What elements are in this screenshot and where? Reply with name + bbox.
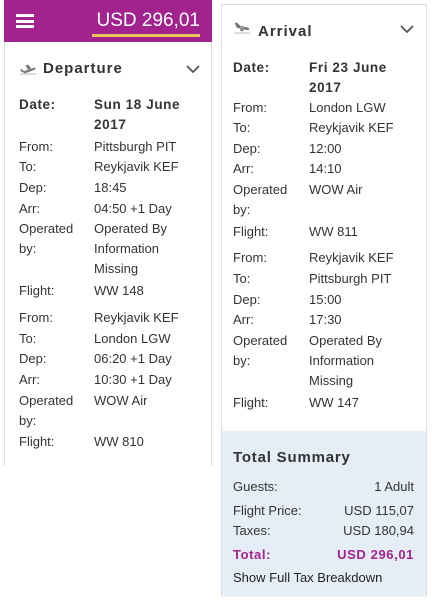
arrival-title: Arrival bbox=[258, 23, 313, 40]
arr-seg1-dep: 12:00 bbox=[309, 141, 342, 156]
dep-seg1-flight: WW 148 bbox=[94, 283, 144, 298]
arrival-header[interactable]: Arrival bbox=[222, 5, 426, 41]
dep-seg2-op-label: Operated by: bbox=[19, 393, 74, 428]
chevron-down-icon[interactable] bbox=[186, 65, 200, 73]
summary-taxes-row: Taxes: USD 180,94 bbox=[233, 523, 414, 538]
arr-seg2-from-label: From: bbox=[233, 250, 267, 265]
flight-price-value: USD 115,07 bbox=[344, 503, 414, 518]
dep-seg2-to: London LGW bbox=[94, 331, 171, 346]
arr-seg1-to-label: To: bbox=[233, 120, 251, 135]
dep-seg2-operator: WOW Air bbox=[94, 393, 148, 408]
arr-seg1-from: London LGW bbox=[309, 100, 386, 115]
menu-icon[interactable] bbox=[16, 14, 34, 28]
arr-seg2-to-label: To: bbox=[233, 271, 251, 286]
summary-title: Total Summary bbox=[233, 449, 351, 466]
dep-seg1-from: Pittsburgh PIT bbox=[94, 139, 177, 154]
arr-seg1-from-label: From: bbox=[233, 100, 267, 115]
chevron-down-icon[interactable] bbox=[400, 25, 414, 33]
taxes-label: Taxes: bbox=[233, 523, 271, 538]
dep-seg1-to: Reykjavik KEF bbox=[94, 159, 179, 174]
arr-seg2-to: Pittsburgh PIT bbox=[309, 271, 392, 286]
arr-seg1-arr: 14:10 bbox=[309, 161, 342, 176]
dep-seg2-from: Reykjavik KEF bbox=[94, 310, 179, 325]
flight-price-label: Flight Price: bbox=[233, 503, 302, 518]
dep-seg1-arr-label: Arr: bbox=[19, 201, 40, 216]
total-summary: Total Summary Guests: 1 Adult Flight Pri… bbox=[222, 431, 426, 597]
dep-seg1-operator: Operated By Information Missing bbox=[94, 221, 167, 276]
arr-seg2-arr: 17:30 bbox=[309, 312, 342, 327]
price-underline bbox=[92, 34, 200, 37]
arr-seg2-dep-label: Dep: bbox=[233, 292, 261, 307]
dep-seg1-arr: 04:50 +1 Day bbox=[94, 201, 172, 216]
departure-title: Departure bbox=[43, 60, 123, 77]
dep-seg1-dep: 18:45 bbox=[94, 180, 127, 195]
top-bar: USD 296,01 bbox=[4, 0, 212, 42]
dep-seg2-to-label: To: bbox=[19, 331, 37, 346]
arr-seg2-op-label: Operated by: bbox=[233, 333, 288, 368]
dep-seg2-dep-label: Dep: bbox=[19, 351, 47, 366]
dep-seg1-dep-label: Dep: bbox=[19, 180, 47, 195]
arrival-date-value: Fri 23 June 2017 bbox=[309, 60, 387, 95]
dep-seg1-op-label: Operated by: bbox=[19, 221, 74, 256]
arr-seg2-dep: 15:00 bbox=[309, 292, 342, 307]
left-column: USD 296,01 Departure Date: Sun 18 June 2… bbox=[4, 0, 212, 466]
dep-seg2-dep: 06:20 +1 Day bbox=[94, 351, 172, 366]
guests-label: Guests: bbox=[233, 479, 278, 494]
arr-seg2-operator: Operated By Information Missing bbox=[309, 333, 382, 388]
arr-seg1-flight: WW 811 bbox=[309, 224, 358, 239]
dep-seg2-arr-label: Arr: bbox=[19, 372, 40, 387]
arr-seg1-arr-label: Arr: bbox=[233, 161, 254, 176]
dep-seg2-flight-label: Flight: bbox=[19, 434, 55, 449]
header-price[interactable]: USD 296,01 bbox=[96, 10, 200, 32]
dep-seg1-to-label: To: bbox=[19, 159, 37, 174]
taxes-value: USD 180,94 bbox=[343, 523, 414, 538]
departure-header[interactable]: Departure bbox=[5, 42, 211, 78]
arr-seg1-op-label: Operated by: bbox=[233, 182, 288, 217]
arr-seg1-flight-label: Flight: bbox=[233, 224, 269, 239]
arrival-panel: Arrival Date: Fri 23 June 2017 From: Lon… bbox=[221, 4, 427, 597]
plane-takeoff-icon bbox=[20, 64, 36, 75]
dep-seg1-from-label: From: bbox=[19, 139, 53, 154]
dep-seg2-flight: WW 810 bbox=[94, 434, 144, 449]
guests-value: 1 Adult bbox=[374, 479, 414, 494]
departure-date-label: Date: bbox=[19, 97, 56, 112]
dep-seg2-arr: 10:30 +1 Day bbox=[94, 372, 172, 387]
arr-seg1-to: Reykjavik KEF bbox=[309, 120, 394, 135]
arr-seg1-dep-label: Dep: bbox=[233, 141, 261, 156]
arrival-date-label: Date: bbox=[233, 60, 270, 75]
dep-seg1-flight-label: Flight: bbox=[19, 283, 55, 298]
summary-flight-price-row: Flight Price: USD 115,07 bbox=[233, 503, 414, 518]
total-value: USD 296,01 bbox=[337, 547, 414, 562]
plane-landing-icon bbox=[234, 22, 250, 34]
arr-seg2-arr-label: Arr: bbox=[233, 312, 254, 327]
departure-panel: Departure Date: Sun 18 June 2017 From: P… bbox=[4, 42, 212, 466]
summary-total-row: Total: USD 296,01 bbox=[233, 547, 414, 562]
arr-seg2-flight-label: Flight: bbox=[233, 395, 269, 410]
arr-seg1-operator: WOW Air bbox=[309, 182, 363, 197]
arr-seg2-flight: WW 147 bbox=[309, 395, 359, 410]
arr-seg2-from: Reykjavik KEF bbox=[309, 250, 394, 265]
summary-guests-row: Guests: 1 Adult bbox=[233, 479, 414, 494]
departure-date-value: Sun 18 June 2017 bbox=[94, 97, 181, 132]
total-label: Total: bbox=[233, 547, 272, 562]
show-tax-breakdown-link[interactable]: Show Full Tax Breakdown bbox=[233, 570, 382, 585]
dep-seg2-from-label: From: bbox=[19, 310, 53, 325]
